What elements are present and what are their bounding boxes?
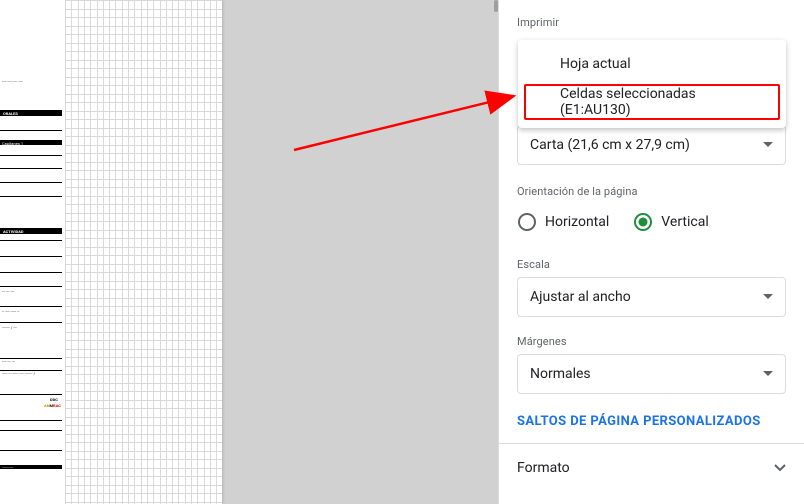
orientation-vertical-label: Vertical — [661, 214, 708, 230]
doc-line — [0, 322, 62, 323]
doc-label-actividad: ACTIVIDAD — [3, 230, 24, 234]
menu-item-label: Hoja actual — [560, 56, 631, 72]
margins-value: Normales — [530, 366, 591, 382]
txt: DDC — [50, 398, 58, 402]
txt: --- --- --- — [2, 290, 14, 294]
paper-size-value: Carta (21,6 cm x 27,9 cm) — [530, 137, 690, 153]
doc-line — [0, 286, 62, 287]
margins-section-label: Márgenes — [517, 335, 786, 348]
doc-line — [0, 182, 62, 183]
orientation-radio-group: Horizontal Vertical — [517, 204, 786, 240]
print-preview-area: /*grid drawn below via JS*/ ---- ---- --… — [0, 0, 498, 504]
radio-unchecked-icon — [517, 212, 537, 232]
doc-line — [0, 394, 62, 395]
txt: ----- --- ----- ---- ------- / — [2, 372, 35, 376]
menu-item-current-sheet[interactable]: Hoja actual — [518, 46, 786, 82]
paper-size-dropdown[interactable]: Carta (21,6 cm x 27,9 cm) — [517, 125, 786, 165]
txt: ------- / --- — [2, 326, 17, 330]
print-range-menu: Hoja actual Celdas seleccionadas (E1:AU1… — [518, 40, 786, 128]
menu-item-label: Celdas seleccionadas (E1:AU130) — [560, 86, 764, 118]
doc-line — [0, 256, 62, 257]
margins-dropdown[interactable]: Normales — [517, 354, 786, 394]
chevron-down-icon — [774, 464, 786, 472]
orientation-horizontal-option[interactable]: Horizontal — [517, 204, 609, 240]
preview-grid: /*grid drawn below via JS*/ — [65, 0, 222, 504]
scale-dropdown[interactable]: Ajustar al ancho — [517, 277, 786, 317]
format-accordion[interactable]: Formato — [499, 443, 804, 492]
menu-item-selected-cells[interactable]: Celdas seleccionadas (E1:AU130) — [524, 84, 780, 120]
doc-line — [0, 196, 62, 197]
document-preview: /*grid drawn below via JS*/ ---- ---- --… — [0, 0, 222, 504]
custom-page-breaks-link[interactable]: SALTOS DE PÁGINA PERSONALIZADOS — [517, 414, 786, 429]
orientation-horizontal-label: Horizontal — [545, 214, 609, 230]
print-section-label: Imprimir — [517, 16, 786, 29]
radio-checked-icon — [633, 212, 653, 232]
doc-line — [0, 306, 62, 307]
doc-line — [0, 272, 62, 273]
doc-line — [0, 430, 62, 431]
doc-line — [0, 130, 62, 131]
orientation-section-label: Orientación de la página — [517, 185, 786, 198]
txt: ANMRAC — [44, 404, 61, 408]
doc-line — [0, 450, 62, 451]
doc-line — [0, 420, 62, 421]
scale-section-label: Escala — [517, 258, 786, 271]
doc-label-orales: ORALES — [3, 112, 18, 116]
txt: Capitanes 1 — [2, 142, 23, 146]
txt: ---- --- --- — [2, 360, 15, 364]
txt: ---------- — [2, 466, 13, 470]
txt: -- ---- ----- -- — [2, 310, 19, 314]
doc-line — [0, 155, 62, 156]
scale-value: Ajustar al ancho — [530, 289, 631, 305]
txt: ---- ---- ---- ---- — [2, 80, 23, 84]
doc-line — [0, 240, 62, 241]
format-label: Formato — [517, 460, 570, 476]
orientation-vertical-option[interactable]: Vertical — [633, 204, 708, 240]
doc-line — [0, 168, 62, 169]
chevron-down-icon — [763, 294, 773, 300]
chevron-down-icon — [763, 371, 773, 377]
chevron-down-icon — [763, 142, 773, 148]
